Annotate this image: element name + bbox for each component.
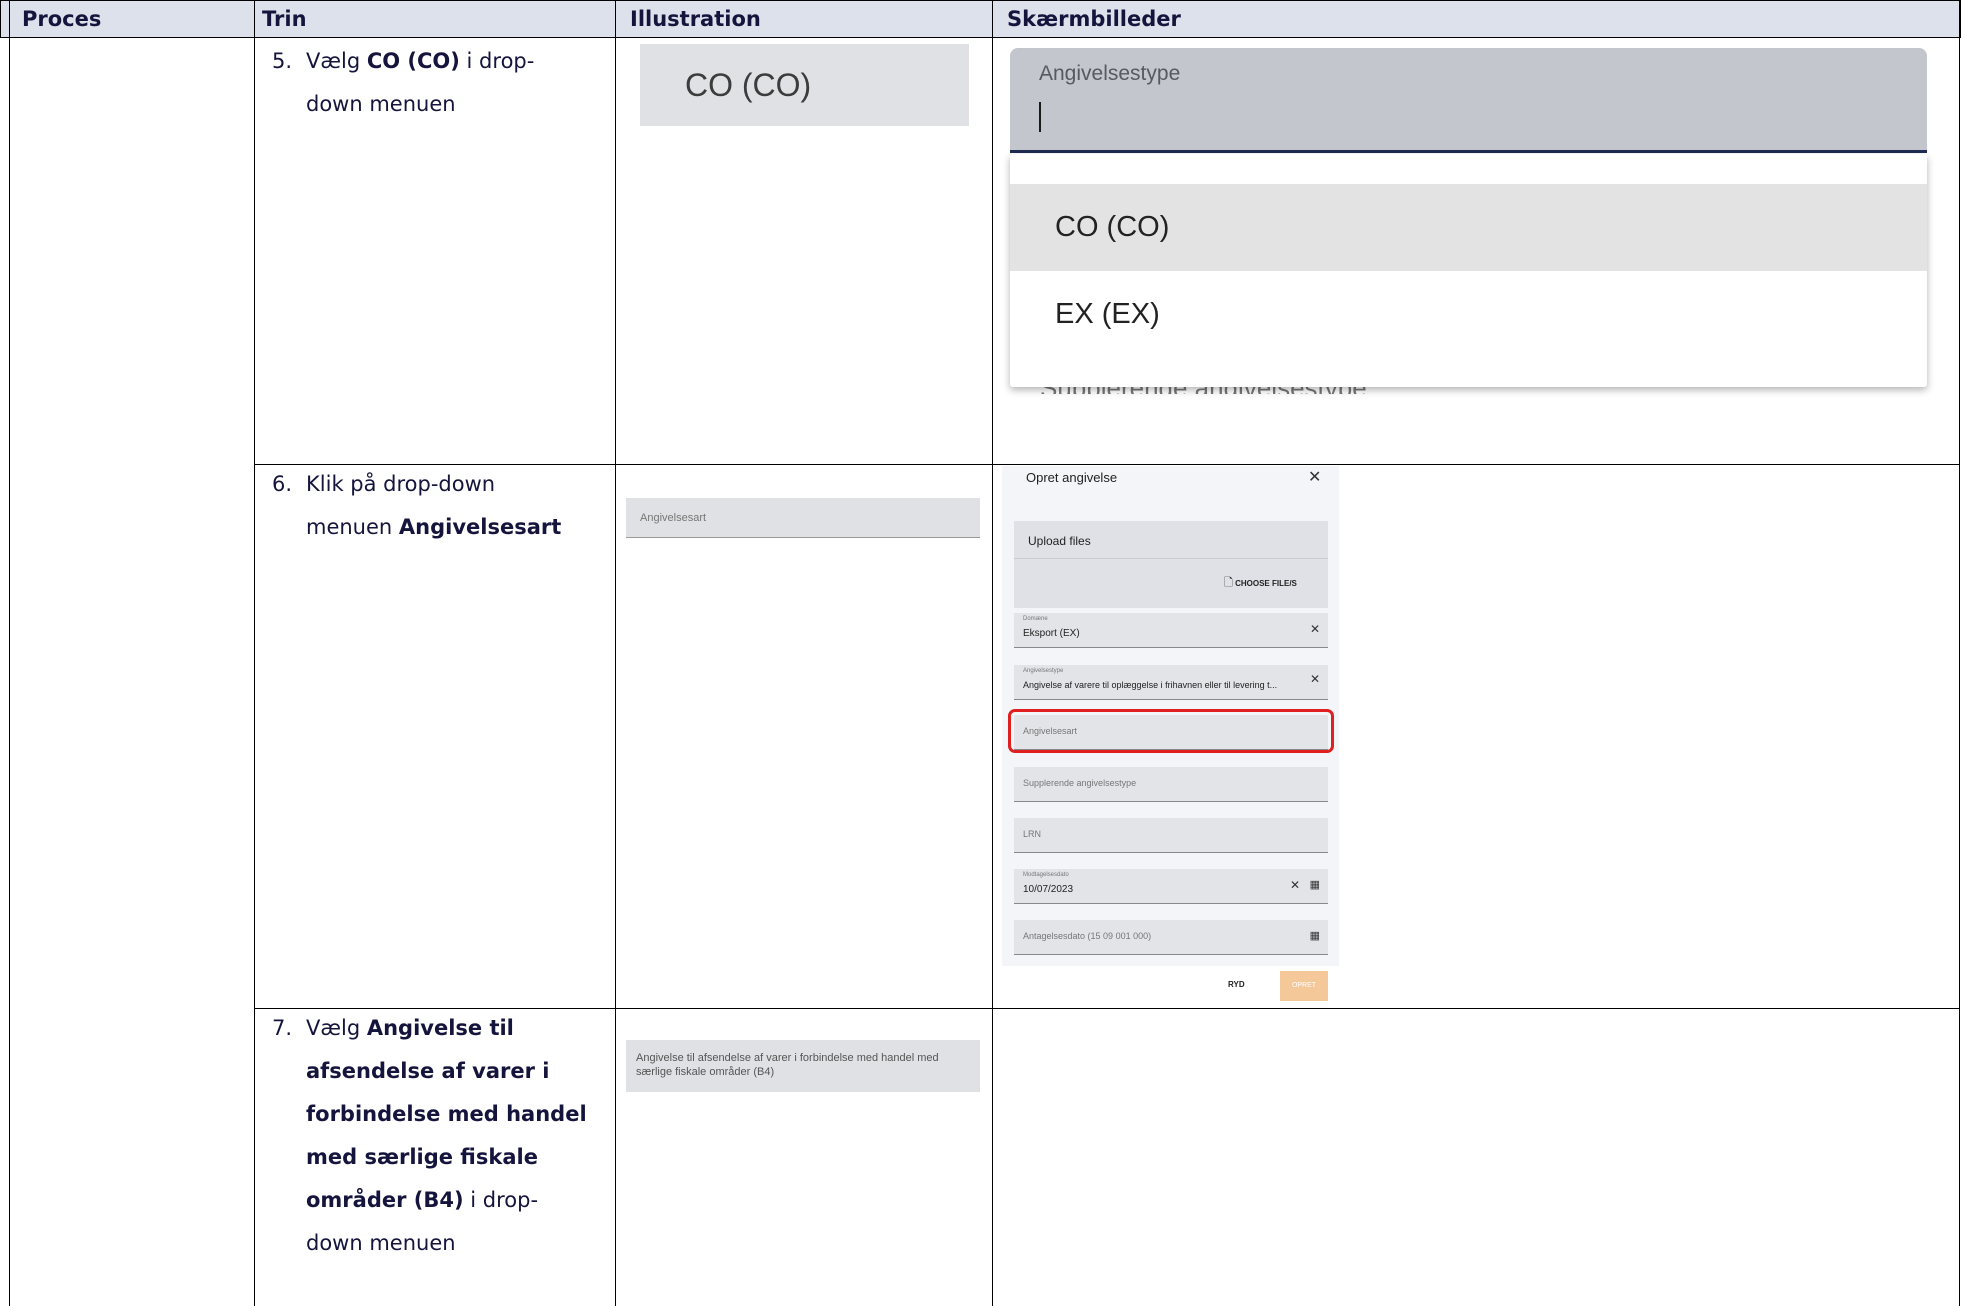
header-trin: Trin [262, 7, 307, 31]
close-icon[interactable]: ✕ [1308, 467, 1321, 487]
clear-icon[interactable]: ✕ [1310, 622, 1320, 636]
step-7-text: 7. Vælg Angivelse til afsendelse af vare… [272, 1016, 587, 1255]
dropdown-menu: CO (CO) EX (EX) [1010, 154, 1927, 387]
upload-files-panel: Upload files 🗋 CHOOSE FILE/S [1014, 521, 1328, 608]
grid-line [992, 0, 993, 1306]
dialog-title: Opret angivelse [1026, 470, 1118, 485]
text-cursor [1039, 102, 1041, 132]
step-5-text: 5. Vælg CO (CO) i drop- down menuen [272, 49, 535, 116]
grid-line [1959, 0, 1960, 1306]
calendar-icon[interactable]: ▦ [1310, 878, 1320, 891]
header-skaermbilleder: Skærmbilleder [1007, 7, 1181, 31]
step-6-text: 6. Klik på drop-down menuen Angivelsesar… [272, 472, 562, 539]
dialog-footer: RYD OPRET [1002, 966, 1339, 1006]
angivelsestype-field[interactable]: Angivelsestype [1010, 48, 1927, 153]
highlight-box [1008, 709, 1334, 753]
dropdown-option-co[interactable]: CO (CO) [1010, 184, 1927, 271]
grid-line [254, 0, 255, 1306]
illustration-co-option: CO (CO) [640, 44, 969, 126]
ryd-button[interactable]: RYD [1228, 980, 1245, 989]
header-illustration: Illustration [630, 7, 761, 31]
clear-icon[interactable]: ✕ [1310, 672, 1320, 686]
choose-files-button[interactable]: 🗋 CHOOSE FILE/S [1224, 574, 1297, 593]
illustration-angivelsesart-field: Angivelsesart [626, 498, 980, 538]
divider [1014, 558, 1328, 559]
modtagelsesdato-field[interactable]: Modtagelsesdato 10/07/2023 ✕ ▦ [1014, 869, 1328, 904]
upload-files-label: Upload files [1028, 534, 1091, 548]
domaene-field[interactable]: Domæne Eksport (EX) ✕ [1014, 613, 1328, 648]
illustration-b4-option: Angivelse til afsendelse af varer i forb… [626, 1040, 980, 1092]
angivelsestype-field[interactable]: Angivelsestype Angivelse af varere til o… [1014, 665, 1328, 700]
lrn-field[interactable]: LRN [1014, 818, 1328, 853]
dropdown-option-ex[interactable]: EX (EX) [1010, 271, 1927, 358]
calendar-icon[interactable]: ▦ [1310, 929, 1320, 942]
grid-line [615, 0, 616, 1306]
antagelsesdato-field[interactable]: Antagelsesdato (15 09 001 000) ▦ [1014, 920, 1328, 955]
opret-angivelse-dialog: Opret angivelse ✕ Upload files 🗋 CHOOSE … [1002, 466, 1339, 1006]
grid-line [9, 0, 10, 1306]
file-icon: 🗋 [1224, 577, 1233, 589]
opret-button[interactable]: OPRET [1280, 971, 1328, 1001]
header-proces: Proces [22, 7, 102, 31]
clear-icon[interactable]: ✕ [1290, 878, 1300, 892]
angivelsestype-label: Angivelsestype [1039, 62, 1181, 85]
supplerende-angivelsestype-field[interactable]: Supplerende angivelsestype [1014, 767, 1328, 802]
